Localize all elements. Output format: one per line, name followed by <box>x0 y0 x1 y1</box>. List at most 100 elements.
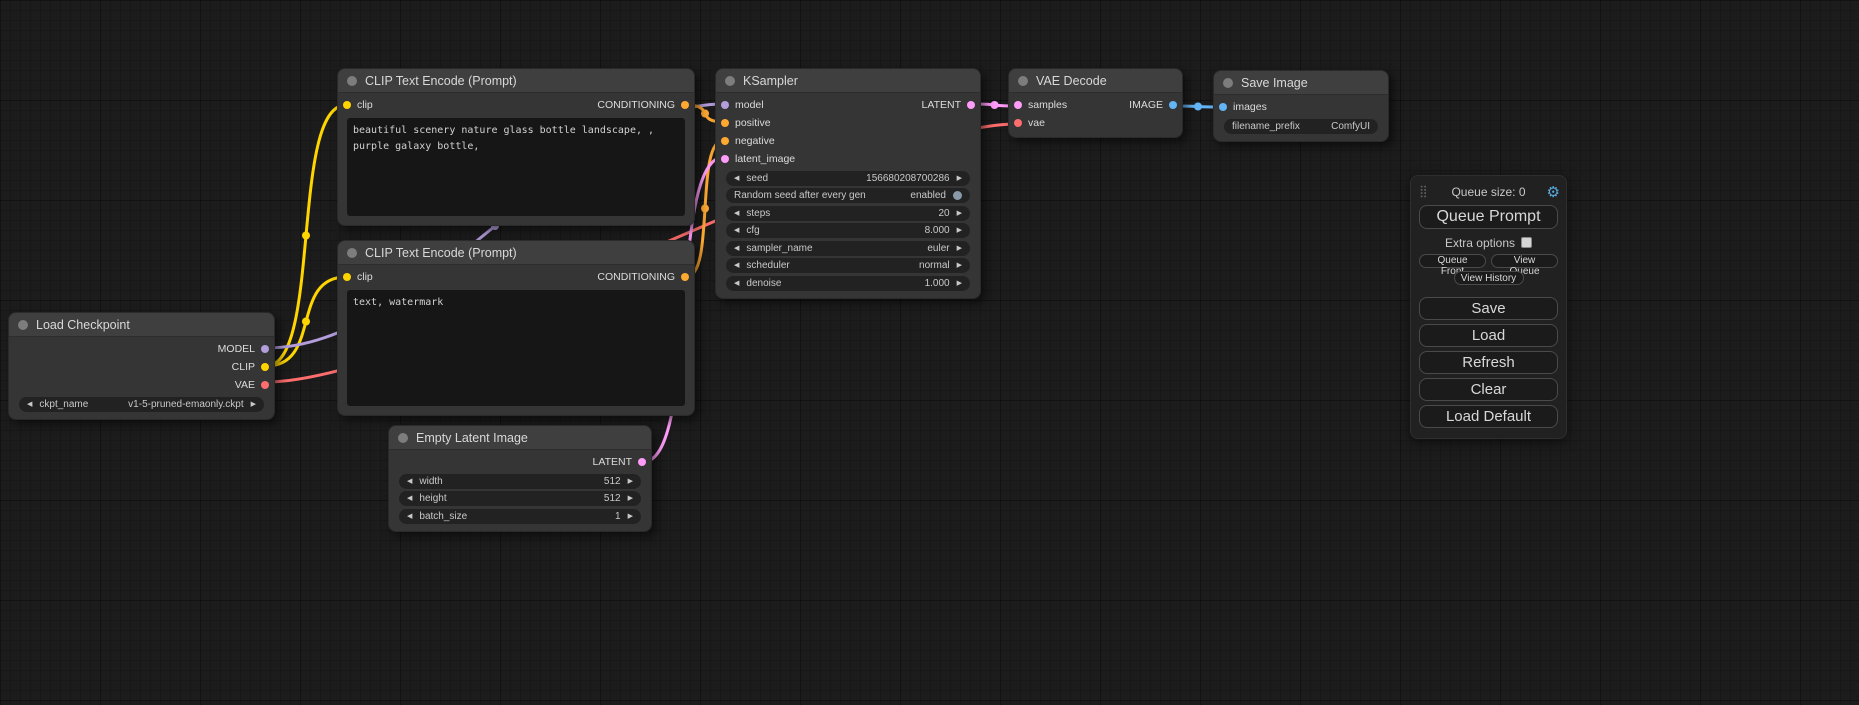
node-load-checkpoint[interactable]: Load Checkpoint MODEL CLIP VAE ◀ ckpt_na… <box>8 312 275 420</box>
conditioning-slot-dot[interactable] <box>681 101 689 109</box>
node-clip-text-encode-negative[interactable]: CLIP Text Encode (Prompt) clip CONDITION… <box>337 240 695 416</box>
output-slot-image[interactable]: IMAGE <box>1129 99 1177 111</box>
widget-scheduler[interactable]: ◀ scheduler normal ▶ <box>726 258 970 273</box>
node-ksampler[interactable]: KSampler model LATENT positive negative <box>715 68 981 299</box>
widget-ckpt-name[interactable]: ◀ ckpt_name v1-5-pruned-emaonly.ckpt ▶ <box>19 397 264 412</box>
widget-seed[interactable]: ◀ seed 156680208700286 ▶ <box>726 171 970 186</box>
widget-sampler-name[interactable]: ◀ sampler_name euler ▶ <box>726 241 970 256</box>
node-vae-decode[interactable]: VAE Decode samples IMAGE vae <box>1008 68 1183 138</box>
save-button[interactable]: Save <box>1419 297 1558 320</box>
next-arrow-icon[interactable]: ▶ <box>957 210 962 217</box>
widget-width[interactable]: ◀ width 512 ▶ <box>399 474 641 489</box>
prev-arrow-icon[interactable]: ◀ <box>734 245 739 252</box>
widget-filename-prefix[interactable]: filename_prefix ComfyUI <box>1224 119 1378 134</box>
output-slot-conditioning[interactable]: CONDITIONING <box>597 99 689 111</box>
prev-arrow-icon[interactable]: ◀ <box>407 495 412 502</box>
input-slot-negative[interactable]: negative <box>721 135 775 147</box>
clip-slot-dot[interactable] <box>343 101 351 109</box>
next-arrow-icon[interactable]: ▶ <box>957 262 962 269</box>
queue-front-button[interactable]: Queue Front <box>1419 254 1486 268</box>
prev-arrow-icon[interactable]: ◀ <box>27 401 32 408</box>
node-title-bar[interactable]: KSampler <box>716 69 980 93</box>
settings-gear-icon[interactable]: ⚙ <box>1547 183 1560 201</box>
view-history-button[interactable]: View History <box>1454 271 1524 285</box>
refresh-button[interactable]: Refresh <box>1419 351 1558 374</box>
prev-arrow-icon[interactable]: ◀ <box>734 175 739 182</box>
latent-slot-dot[interactable] <box>967 101 975 109</box>
node-title-bar[interactable]: Empty Latent Image <box>389 426 651 450</box>
input-slot-images[interactable]: images <box>1219 101 1267 113</box>
output-slot-vae[interactable]: VAE <box>235 379 269 391</box>
latent-slot-dot[interactable] <box>1014 101 1022 109</box>
collapse-dot-icon[interactable] <box>398 433 408 443</box>
output-slot-clip[interactable]: CLIP <box>232 361 269 373</box>
image-slot-dot[interactable] <box>1169 101 1177 109</box>
model-slot-dot[interactable] <box>261 345 269 353</box>
next-arrow-icon[interactable]: ▶ <box>957 175 962 182</box>
toggle-dot-icon[interactable] <box>953 191 962 200</box>
view-queue-button[interactable]: View Queue <box>1491 254 1558 268</box>
next-arrow-icon[interactable]: ▶ <box>628 478 633 485</box>
collapse-dot-icon[interactable] <box>18 320 28 330</box>
input-slot-clip[interactable]: clip <box>343 99 373 111</box>
node-title-bar[interactable]: CLIP Text Encode (Prompt) <box>338 241 694 265</box>
node-save-image[interactable]: Save Image images filename_prefix ComfyU… <box>1213 70 1389 142</box>
widget-batch-size[interactable]: ◀ batch_size 1 ▶ <box>399 509 641 524</box>
clip-slot-dot[interactable] <box>261 363 269 371</box>
drag-handle-icon[interactable]: ⣿ <box>1419 184 1428 198</box>
node-title-bar[interactable]: Save Image <box>1214 71 1388 95</box>
next-arrow-icon[interactable]: ▶ <box>628 495 633 502</box>
widget-denoise[interactable]: ◀ denoise 1.000 ▶ <box>726 276 970 291</box>
prev-arrow-icon[interactable]: ◀ <box>407 478 412 485</box>
node-title-bar[interactable]: VAE Decode <box>1009 69 1182 93</box>
vae-slot-dot[interactable] <box>1014 119 1022 127</box>
next-arrow-icon[interactable]: ▶ <box>628 513 633 520</box>
image-slot-dot[interactable] <box>1219 103 1227 111</box>
model-slot-dot[interactable] <box>721 101 729 109</box>
next-arrow-icon[interactable]: ▶ <box>957 245 962 252</box>
node-title-bar[interactable]: CLIP Text Encode (Prompt) <box>338 69 694 93</box>
load-button[interactable]: Load <box>1419 324 1558 347</box>
collapse-dot-icon[interactable] <box>1223 78 1233 88</box>
extra-options-checkbox[interactable] <box>1521 237 1532 248</box>
node-title-bar[interactable]: Load Checkpoint <box>9 313 274 337</box>
input-slot-samples[interactable]: samples <box>1014 99 1067 111</box>
next-arrow-icon[interactable]: ▶ <box>957 227 962 234</box>
prev-arrow-icon[interactable]: ◀ <box>407 513 412 520</box>
load-default-button[interactable]: Load Default <box>1419 405 1558 428</box>
output-slot-model[interactable]: MODEL <box>218 343 269 355</box>
clear-button[interactable]: Clear <box>1419 378 1558 401</box>
input-slot-vae[interactable]: vae <box>1014 117 1045 129</box>
conditioning-slot-dot[interactable] <box>681 273 689 281</box>
vae-slot-dot[interactable] <box>261 381 269 389</box>
conditioning-slot-dot[interactable] <box>721 119 729 127</box>
collapse-dot-icon[interactable] <box>725 76 735 86</box>
clip-slot-dot[interactable] <box>343 273 351 281</box>
node-empty-latent-image[interactable]: Empty Latent Image LATENT ◀ width 512 ▶ … <box>388 425 652 532</box>
negative-prompt-textarea[interactable]: text, watermark <box>347 290 685 406</box>
latent-slot-dot[interactable] <box>721 155 729 163</box>
prev-arrow-icon[interactable]: ◀ <box>734 210 739 217</box>
queue-prompt-button[interactable]: Queue Prompt <box>1419 205 1558 229</box>
node-clip-text-encode-positive[interactable]: CLIP Text Encode (Prompt) clip CONDITION… <box>337 68 695 226</box>
input-slot-clip[interactable]: clip <box>343 271 373 283</box>
output-slot-latent[interactable]: LATENT <box>922 99 975 111</box>
conditioning-slot-dot[interactable] <box>721 137 729 145</box>
prev-arrow-icon[interactable]: ◀ <box>734 262 739 269</box>
input-slot-positive[interactable]: positive <box>721 117 771 129</box>
prev-arrow-icon[interactable]: ◀ <box>734 280 739 287</box>
output-slot-latent[interactable]: LATENT <box>593 456 646 468</box>
prev-arrow-icon[interactable]: ◀ <box>734 227 739 234</box>
input-slot-model[interactable]: model <box>721 99 764 111</box>
widget-random-seed-toggle[interactable]: Random seed after every gen enabled <box>726 188 970 203</box>
collapse-dot-icon[interactable] <box>1018 76 1028 86</box>
next-arrow-icon[interactable]: ▶ <box>251 401 256 408</box>
widget-cfg[interactable]: ◀ cfg 8.000 ▶ <box>726 223 970 238</box>
input-slot-latent-image[interactable]: latent_image <box>721 153 795 165</box>
positive-prompt-textarea[interactable]: beautiful scenery nature glass bottle la… <box>347 118 685 216</box>
latent-slot-dot[interactable] <box>638 458 646 466</box>
widget-height[interactable]: ◀ height 512 ▶ <box>399 491 641 506</box>
collapse-dot-icon[interactable] <box>347 76 357 86</box>
collapse-dot-icon[interactable] <box>347 248 357 258</box>
output-slot-conditioning[interactable]: CONDITIONING <box>597 271 689 283</box>
